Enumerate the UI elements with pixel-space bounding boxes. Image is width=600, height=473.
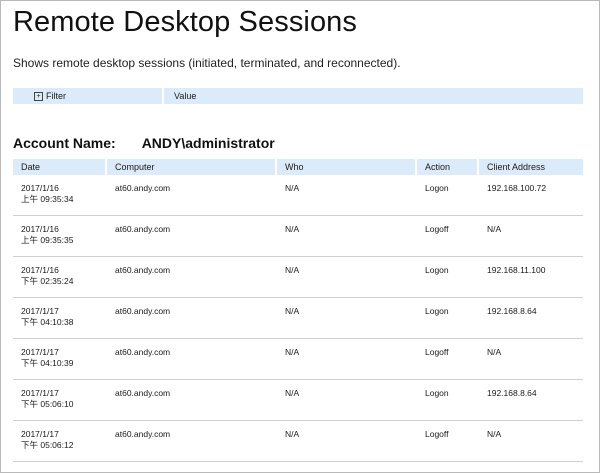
computer-cell: at60.andy.com (115, 306, 171, 316)
date-value: 2017/1/17 (21, 306, 59, 316)
client-address-cell: N/A (487, 429, 502, 439)
action-cell: Logoff (425, 224, 449, 234)
date-cell: 2017/1/17 下午 04:10:39 (13, 339, 107, 379)
date-value: 2017/1/17 (21, 347, 59, 357)
date-cell: 2017/1/17 下午 05:06:10 (13, 380, 107, 420)
computer-cell: at60.andy.com (115, 429, 171, 439)
filter-toggle[interactable]: + Filter (13, 88, 164, 104)
table-body: 2017/1/16 上午 09:35:34 at60.andy.com N/A Logo… (13, 175, 583, 462)
date-value: 2017/1/17 (21, 388, 59, 398)
filter-value-header: Value (164, 91, 196, 101)
value-label: Value (174, 91, 197, 101)
table-row[interactable]: 2017/1/17 下午 05:06:10 at60.andy.com N/A Logo… (13, 380, 583, 421)
time-value: 上午 09:35:35 (21, 235, 74, 245)
column-header-client-address[interactable]: Client Address (479, 159, 583, 175)
account-value: ANDY\administrator (141, 135, 275, 151)
account-heading: Account Name: ANDY\administrator (13, 135, 275, 151)
time-value: 下午 04:10:38 (21, 317, 74, 327)
time-value: 下午 04:10:39 (21, 358, 74, 368)
computer-cell: at60.andy.com (115, 388, 171, 398)
time-value: 下午 05:06:10 (21, 399, 74, 409)
page-title: Remote Desktop Sessions (13, 6, 358, 38)
computer-cell: at60.andy.com (115, 347, 171, 357)
table-row[interactable]: 2017/1/16 上午 09:35:34 at60.andy.com N/A Logo… (13, 175, 583, 216)
date-cell: 2017/1/16 上午 09:35:35 (13, 216, 107, 256)
time-value: 上午 09:35:34 (21, 194, 74, 204)
column-header-computer[interactable]: Computer (107, 159, 277, 175)
date-cell: 2017/1/16 上午 09:35:34 (13, 175, 107, 215)
filter-label: Filter (46, 91, 66, 101)
table-row[interactable]: 2017/1/16 上午 09:35:35 at60.andy.com N/A Logo… (13, 216, 583, 257)
date-value: 2017/1/17 (21, 429, 59, 439)
date-cell: 2017/1/16 下午 02:35:24 (13, 257, 107, 297)
who-cell: N/A (285, 388, 300, 398)
action-cell: Logon (425, 306, 449, 316)
client-address-cell: 192.168.8.64 (487, 388, 537, 398)
who-cell: N/A (285, 224, 300, 234)
date-value: 2017/1/16 (21, 265, 59, 275)
date-cell: 2017/1/17 下午 05:06:12 (13, 421, 107, 461)
date-value: 2017/1/16 (21, 183, 59, 193)
computer-cell: at60.andy.com (115, 224, 171, 234)
account-label: Account Name: (13, 135, 116, 151)
who-cell: N/A (285, 265, 300, 275)
action-cell: Logon (425, 265, 449, 275)
time-value: 下午 05:06:12 (21, 440, 74, 450)
column-header-who[interactable]: Who (277, 159, 417, 175)
table-row[interactable]: 2017/1/17 下午 05:06:12 at60.andy.com N/A Logo… (13, 421, 583, 462)
who-cell: N/A (285, 306, 300, 316)
who-cell: N/A (285, 429, 300, 439)
who-cell: N/A (285, 183, 300, 193)
action-cell: Logoff (425, 347, 449, 357)
date-value: 2017/1/16 (21, 224, 59, 234)
action-cell: Logon (425, 388, 449, 398)
client-address-cell: 192.168.100.72 (487, 183, 547, 193)
table-row[interactable]: 2017/1/17 下午 04:10:39 at60.andy.com N/A Logo… (13, 339, 583, 380)
action-cell: Logon (425, 183, 449, 193)
expand-plus-icon[interactable]: + (34, 91, 43, 101)
date-cell: 2017/1/17 下午 04:10:38 (13, 298, 107, 338)
table-row[interactable]: 2017/1/16 下午 02:35:24 at60.andy.com N/A Logo… (13, 257, 583, 298)
sessions-table: Date Computer Who Action Client Address … (13, 159, 583, 462)
table-header: Date Computer Who Action Client Address (13, 159, 583, 175)
table-row[interactable]: 2017/1/17 下午 04:10:38 at60.andy.com N/A Logo… (13, 298, 583, 339)
page-subtitle: Shows remote desktop sessions (initiated… (13, 56, 401, 70)
computer-cell: at60.andy.com (115, 183, 171, 193)
client-address-cell: N/A (487, 347, 502, 357)
time-value: 下午 02:35:24 (21, 276, 74, 286)
client-address-cell: 192.168.11.100 (487, 265, 546, 275)
who-cell: N/A (285, 347, 300, 357)
client-address-cell: 192.168.8.64 (487, 306, 537, 316)
client-address-cell: N/A (487, 224, 502, 234)
column-header-date[interactable]: Date (13, 159, 107, 175)
column-header-action[interactable]: Action (417, 159, 479, 175)
action-cell: Logoff (425, 429, 449, 439)
filter-bar: + Filter Value (13, 88, 583, 104)
computer-cell: at60.andy.com (115, 265, 171, 275)
